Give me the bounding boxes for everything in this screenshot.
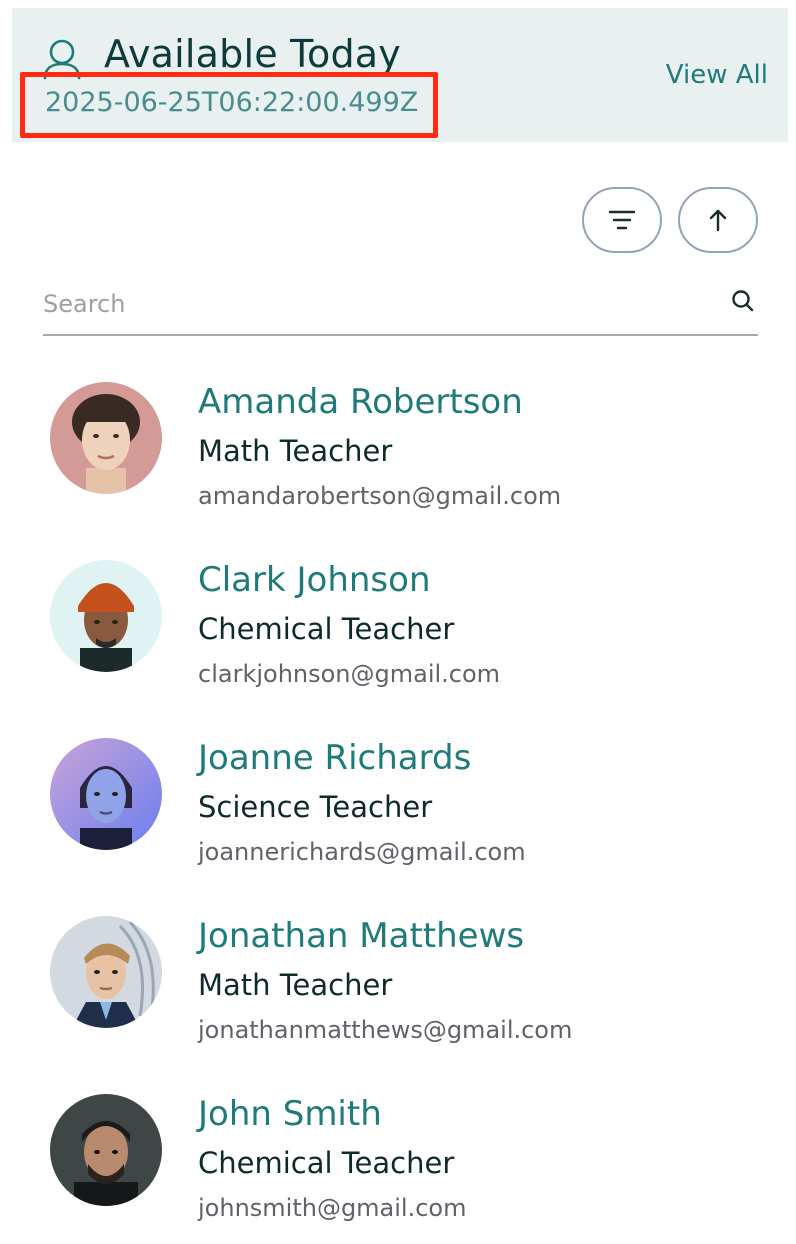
teacher-email: johnsmith@gmail.com (198, 1194, 467, 1222)
avatar (50, 916, 162, 1028)
arrow-up-icon (709, 209, 727, 232)
teacher-email: jonathanmatthews@gmail.com (198, 1016, 573, 1044)
teacher-email: amandarobertson@gmail.com (198, 482, 562, 510)
list-item[interactable]: Joanne Richards Science Teacher joanneri… (0, 726, 796, 876)
avatar (50, 382, 162, 494)
teacher-role: Chemical Teacher (198, 1146, 455, 1180)
list-item[interactable]: Amanda Robertson Math Teacher amandarobe… (0, 370, 796, 520)
teacher-email: clarkjohnson@gmail.com (198, 660, 501, 688)
list-item[interactable]: John Smith Chemical Teacher johnsmith@gm… (0, 1082, 796, 1232)
timestamp-text: 2025-06-25T06:22:00.499Z (45, 87, 419, 118)
avatar (50, 560, 162, 672)
teacher-name[interactable]: Clark Johnson (198, 560, 431, 600)
teacher-name[interactable]: Joanne Richards (198, 738, 471, 778)
teacher-name[interactable]: John Smith (198, 1094, 382, 1134)
header-title: Available Today (104, 32, 401, 76)
teacher-email: joannerichards@gmail.com (198, 838, 526, 866)
avatar (50, 1094, 162, 1206)
filter-icon (608, 210, 636, 230)
header-panel: Available Today View All 2025-06-25T06:2… (12, 8, 788, 142)
view-all-link[interactable]: View All (666, 60, 768, 90)
search-input[interactable] (43, 284, 703, 324)
search-bar (43, 276, 758, 336)
teacher-role: Science Teacher (198, 790, 433, 824)
list-item[interactable]: Clark Johnson Chemical Teacher clarkjohn… (0, 548, 796, 698)
teacher-name[interactable]: Jonathan Matthews (198, 916, 524, 956)
teacher-name[interactable]: Amanda Robertson (198, 382, 523, 422)
avatar (50, 738, 162, 850)
timestamp-highlight-box: 2025-06-25T06:22:00.499Z (20, 72, 438, 138)
teacher-role: Chemical Teacher (198, 612, 455, 646)
sort-button[interactable] (678, 187, 758, 253)
teacher-role: Math Teacher (198, 434, 393, 468)
list-item[interactable]: Jonathan Matthews Math Teacher jonathanm… (0, 904, 796, 1054)
filter-button[interactable] (582, 187, 662, 253)
search-icon[interactable] (730, 288, 756, 314)
teacher-role: Math Teacher (198, 968, 393, 1002)
